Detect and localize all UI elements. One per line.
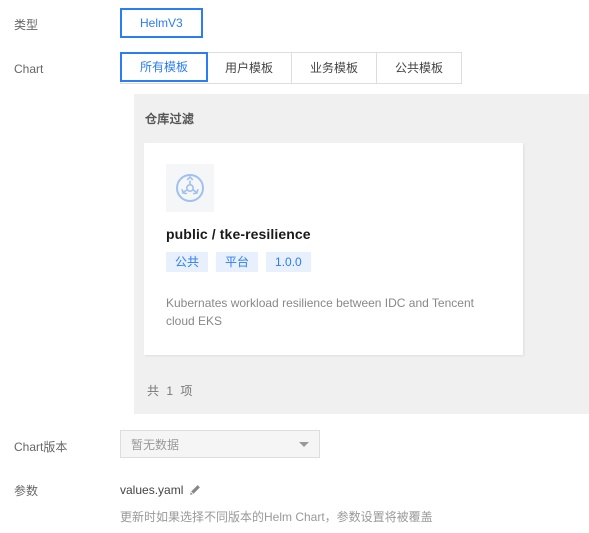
repo-total-count: 共 1 项 (145, 368, 194, 414)
form-row-type: 类型 HelmV3 (0, 8, 589, 38)
label-chart: Chart (14, 62, 44, 76)
params-file-line: values.yaml (120, 481, 589, 499)
tab-business-templates[interactable]: 业务模板 (292, 53, 378, 83)
total-count: 1 (166, 384, 174, 398)
tab-all-templates[interactable]: 所有模板 (120, 52, 209, 82)
label-type: 类型 (14, 18, 39, 32)
chart-card-tags: 公共 平台 1.0.0 (166, 252, 501, 272)
type-option-helmv3[interactable]: HelmV3 (120, 8, 203, 38)
tab-public-templates[interactable]: 公共模板 (377, 53, 462, 83)
chart-version-select[interactable]: 暂无数据 (120, 430, 320, 458)
type-control: HelmV3 (120, 8, 589, 38)
repo-filter-panel: 仓库过滤 public / tke-resilience 公共 平台 1.0.0… (134, 94, 589, 414)
tag-public: 公共 (166, 252, 209, 272)
chart-card-description: Kubernates workload resilience between I… (166, 296, 474, 328)
form-row-params: 参数 values.yaml 更新时如果选择不同版本的Helm Chart，参数… (0, 481, 589, 526)
helm-wheel-icon (166, 164, 214, 212)
chart-tabs-control: 所有模板 用户模板 业务模板 公共模板 (120, 52, 589, 84)
total-suffix: 项 (180, 384, 193, 398)
label-params: 参数 (14, 484, 39, 498)
params-file-name: values.yaml (120, 483, 184, 497)
pencil-icon[interactable] (189, 484, 201, 496)
chart-template-tabs: 所有模板 用户模板 业务模板 公共模板 (120, 52, 463, 84)
tab-user-templates[interactable]: 用户模板 (207, 53, 293, 83)
chart-card[interactable]: public / tke-resilience 公共 平台 1.0.0 Kube… (144, 143, 523, 355)
tag-platform: 平台 (216, 252, 259, 272)
chart-card-title: public / tke-resilience (166, 226, 311, 242)
form-row-chart-version: Chart版本 暂无数据 (0, 430, 589, 458)
chart-version-control: 暂无数据 (120, 430, 589, 458)
params-hint: 更新时如果选择不同版本的Helm Chart，参数设置将被覆盖 (120, 510, 433, 524)
params-control: values.yaml 更新时如果选择不同版本的Helm Chart，参数设置将… (120, 481, 589, 526)
tag-version: 1.0.0 (266, 252, 311, 272)
type-button-group: HelmV3 (120, 8, 203, 38)
total-prefix: 共 (147, 384, 160, 398)
chevron-down-icon (299, 441, 309, 447)
form-row-chart: Chart 所有模板 用户模板 业务模板 公共模板 (0, 52, 589, 84)
label-chart-version: Chart版本 (14, 440, 68, 454)
chart-version-value: 暂无数据 (131, 437, 180, 452)
repo-filter-title: 仓库过滤 (145, 112, 195, 126)
